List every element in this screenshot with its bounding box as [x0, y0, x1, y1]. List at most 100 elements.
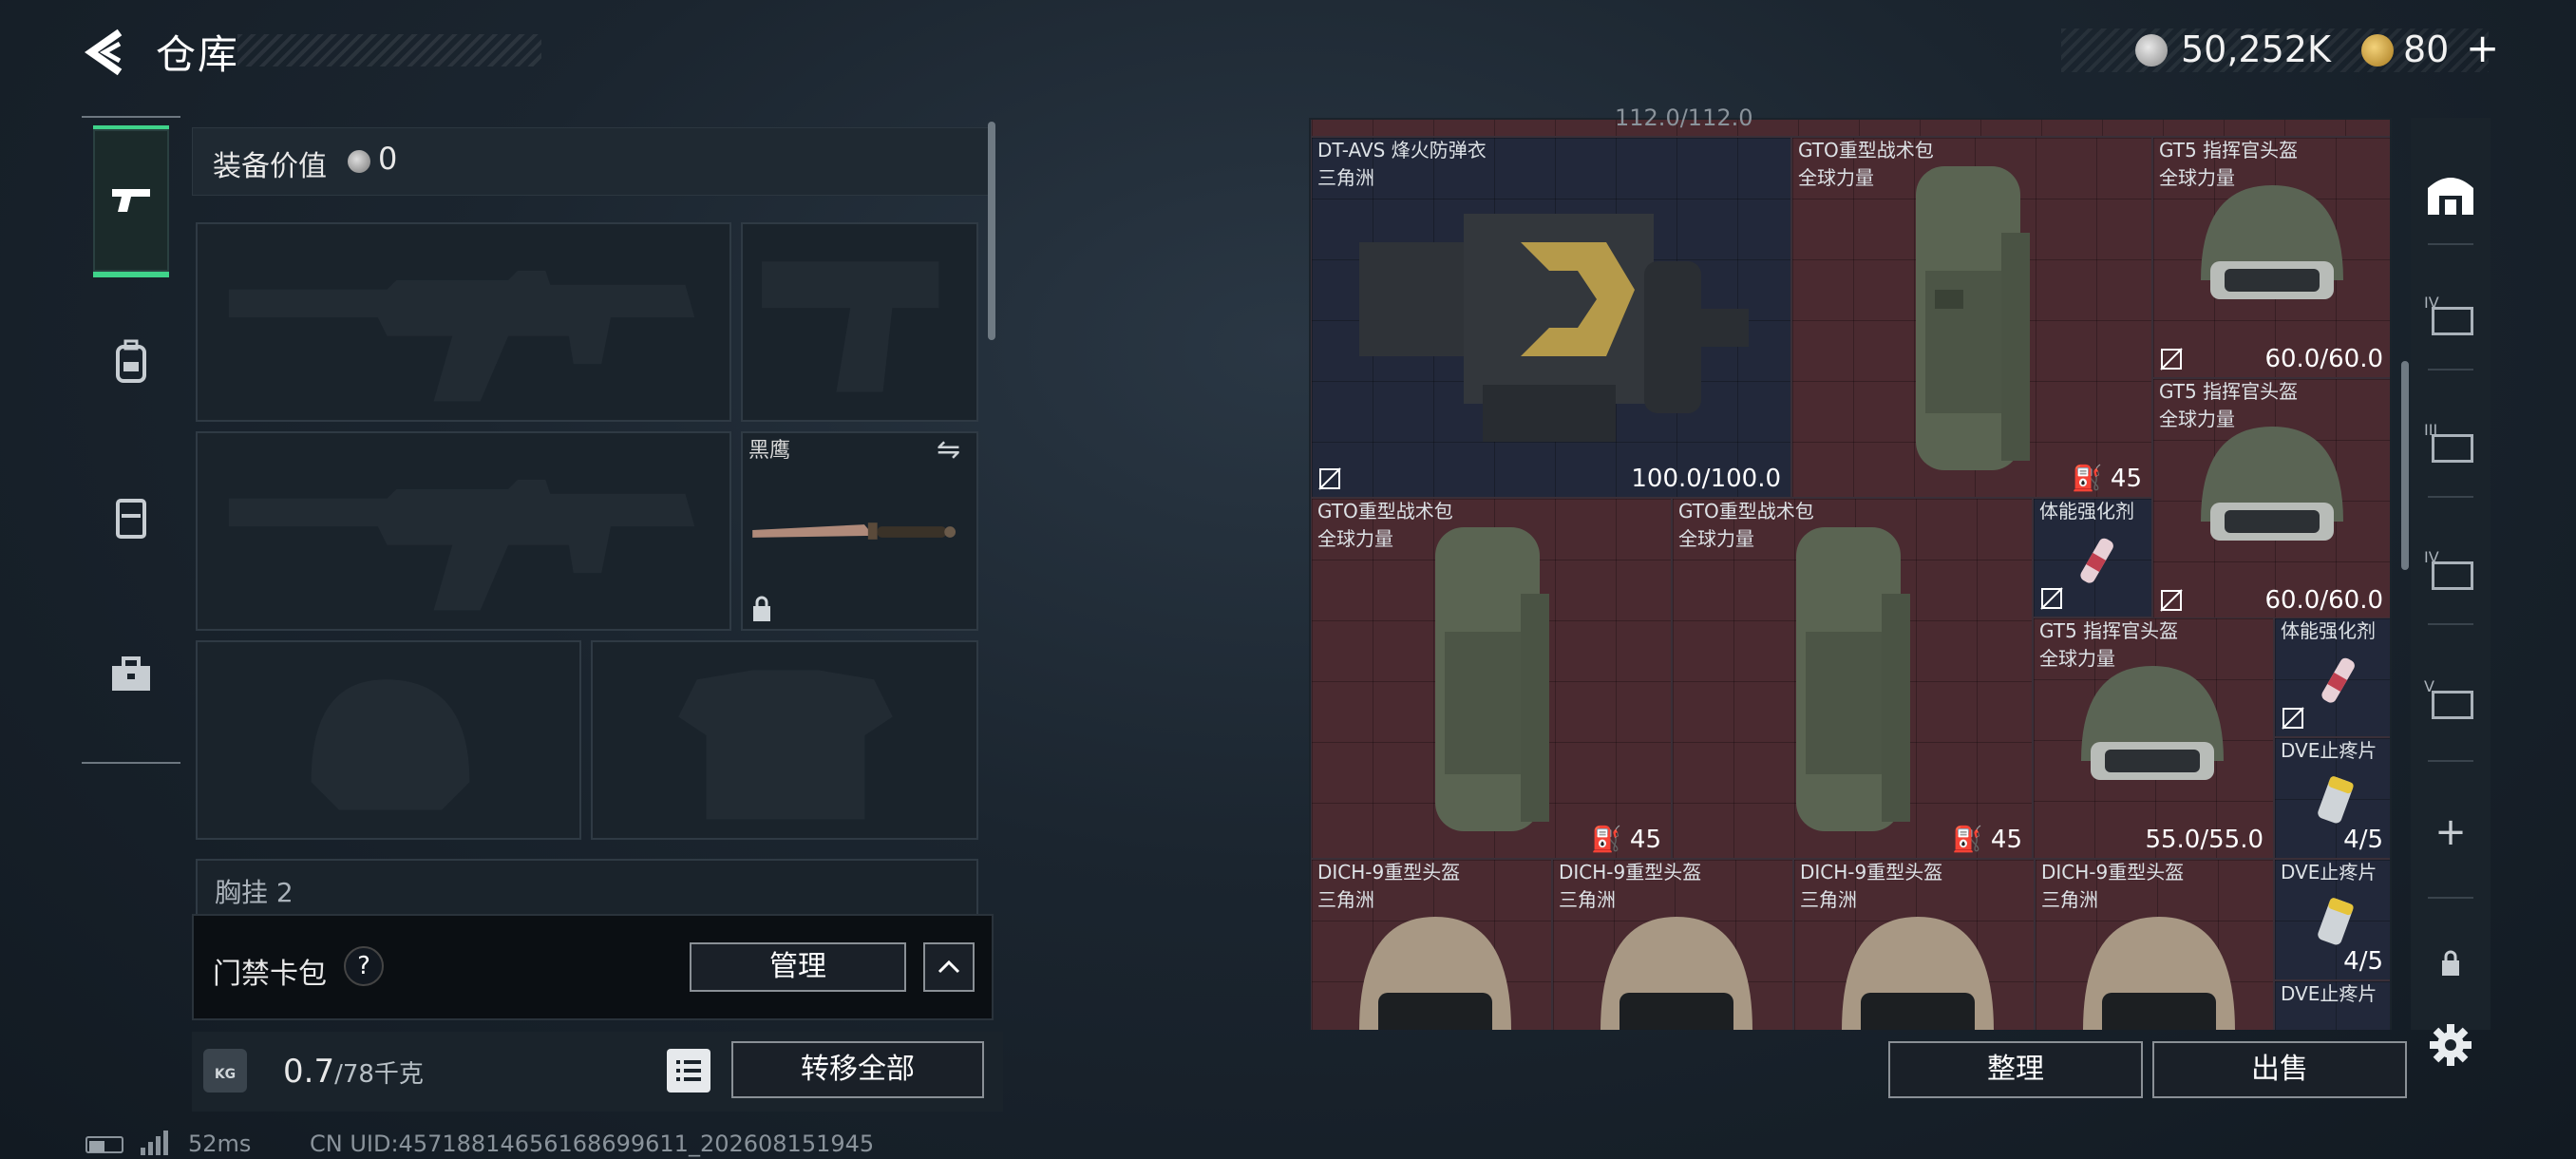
- title-decoration: [237, 34, 541, 66]
- list-icon: [676, 1060, 701, 1081]
- tab-storage-iv-2[interactable]: IV: [2418, 540, 2483, 604]
- uid-text: CN UID:4571881465616869961​1_20260815194…: [310, 1130, 875, 1157]
- item-durability: 60.0/60.0: [2264, 586, 2383, 615]
- item-capacity: ⛽ 45: [1952, 826, 2022, 854]
- weight-icon: KG: [203, 1049, 247, 1092]
- rifle-silhouette-icon: [228, 480, 695, 611]
- partial-durability: 112.0/112.0: [1615, 104, 1753, 131]
- item-capacity: ⛽ 45: [2072, 465, 2142, 493]
- lock-icon[interactable]: [2418, 931, 2483, 996]
- weight-text: 0.7/78千克: [283, 1053, 424, 1091]
- helmet-image: [2083, 917, 2235, 1030]
- rifle-silhouette-icon: [228, 271, 695, 402]
- item-cell[interactable]: 体能强化剂: [2274, 618, 2390, 737]
- armor-slot[interactable]: [591, 640, 978, 840]
- partial-row: [1311, 120, 2390, 137]
- warehouse-icon: [2428, 178, 2473, 215]
- item-name: 体能强化剂: [2281, 619, 2376, 642]
- case-icon: III: [2424, 421, 2477, 468]
- loadout-scrollbar[interactable]: [988, 122, 995, 340]
- item-cell[interactable]: GTO重型战术包 全球力量 ⛽ 45: [1791, 137, 2152, 498]
- primary-weapon-slot[interactable]: [196, 222, 731, 422]
- tab-divider: [2428, 243, 2473, 245]
- storage-scrollbar[interactable]: [2401, 361, 2409, 570]
- item-cell[interactable]: GT5 指挥官头盔 全球力量 60.0/60.0: [2152, 378, 2390, 619]
- nav-backpack[interactable]: [93, 291, 169, 433]
- add-currency-button[interactable]: +: [2466, 25, 2499, 71]
- item-sub: 全球力量: [1317, 527, 1393, 550]
- back-button[interactable]: [82, 27, 129, 78]
- item-cell[interactable]: DVE止疼片 4/5: [2274, 859, 2390, 980]
- armor-silhouette-icon: [678, 670, 893, 820]
- tab-storage-v[interactable]: V: [2418, 669, 2483, 733]
- coin-icon: [2135, 34, 2168, 66]
- nav-case[interactable]: [93, 604, 169, 747]
- item-name: DICH-9重型头盔: [1800, 861, 1943, 884]
- item-name: DICH-9重型头盔: [2041, 861, 2185, 884]
- tab-storage-iii[interactable]: III: [2418, 412, 2483, 477]
- page-title: 仓库: [156, 31, 240, 78]
- tab-divider: [2428, 369, 2473, 370]
- item-cell[interactable]: DVE止疼片: [2274, 980, 2390, 1030]
- item-cell[interactable]: GTO重型战术包 全球力量 ⛽ 45: [1672, 498, 2033, 859]
- case-icon: IV: [2424, 294, 2477, 341]
- list-view-button[interactable]: [667, 1049, 710, 1092]
- item-durability: 60.0/60.0: [2264, 345, 2383, 373]
- chest-rig-label: 胸挂 2: [215, 877, 294, 908]
- swap-icon[interactable]: ⇋: [937, 433, 960, 466]
- backpack-image: [1916, 166, 2030, 470]
- chest-rig-slot[interactable]: [196, 859, 978, 916]
- backpack-image: [1796, 527, 1910, 831]
- transfer-all-button[interactable]: 转移全部: [731, 1041, 984, 1098]
- item-sub: 全球力量: [1678, 527, 1754, 550]
- equipment-value-label: 装备价值: [213, 150, 327, 183]
- item-name: DT-AVS 烽火防弹衣: [1317, 139, 1487, 162]
- item-cell[interactable]: 体能强化剂: [2033, 498, 2152, 618]
- help-button[interactable]: ?: [344, 946, 384, 986]
- helmet-silhouette-icon: [311, 679, 470, 810]
- nav-weapons[interactable]: [93, 129, 169, 272]
- no-insurance-icon: [2039, 586, 2064, 611]
- body-armor-image: [1359, 214, 1749, 442]
- stim-image: [2080, 538, 2113, 583]
- sort-button[interactable]: 整理: [1888, 1041, 2143, 1098]
- item-cell[interactable]: GT5 指挥官头盔 全球力量 60.0/60.0: [2152, 137, 2390, 378]
- signal-icon: [139, 1130, 173, 1159]
- item-name: 体能强化剂: [2039, 500, 2134, 522]
- case-icon: IV: [2424, 548, 2477, 596]
- coupon-icon: [2361, 34, 2394, 66]
- tab-divider: [2428, 623, 2473, 625]
- sell-button[interactable]: 出售: [2152, 1041, 2407, 1098]
- item-cell[interactable]: DVE止疼片 4/5: [2274, 737, 2390, 859]
- item-durability: 100.0/100.0: [1631, 465, 1781, 493]
- melee-name: 黑鹰: [748, 439, 791, 463]
- nav-vest[interactable]: [93, 446, 169, 589]
- tab-storage-iv[interactable]: IV: [2418, 285, 2483, 350]
- item-cell[interactable]: DICH-9重型头盔 三角洲: [1311, 859, 1552, 1030]
- item-cell[interactable]: DT-AVS 烽火防弹衣 三角洲 100.0/100.0: [1311, 137, 1791, 498]
- item-cell[interactable]: DICH-9重型头盔 三角洲: [1552, 859, 1793, 1030]
- tab-all[interactable]: [2418, 162, 2483, 226]
- item-cell[interactable]: GTO重型战术包 全球力量 ⛽ 45: [1311, 498, 1672, 859]
- pistol-silhouette-icon: [762, 261, 939, 392]
- tab-divider: [2428, 760, 2473, 762]
- pistol-slot[interactable]: [741, 222, 978, 422]
- collapse-button[interactable]: [923, 942, 975, 992]
- manage-button[interactable]: 管理: [690, 942, 906, 992]
- ping-text: 52ms: [188, 1130, 252, 1157]
- secondary-weapon-slot[interactable]: [196, 431, 731, 631]
- item-cell[interactable]: DICH-9重型头盔 三角洲: [1793, 859, 2035, 1030]
- helmet-slot[interactable]: [196, 640, 581, 840]
- tab-divider: [2428, 496, 2473, 498]
- coin-icon: [348, 150, 370, 173]
- add-storage-button[interactable]: +: [2418, 800, 2483, 864]
- item-cell[interactable]: GT5 指挥官头盔 全球力量 55.0/55.0: [2033, 618, 2274, 859]
- item-capacity: ⛽ 45: [1591, 826, 1661, 854]
- item-name: GT5 指挥官头盔: [2039, 619, 2179, 642]
- helmet-image: [2201, 427, 2343, 541]
- helmet-image: [2081, 666, 2224, 780]
- helmet-image: [1359, 917, 1511, 1030]
- item-sub: 全球力量: [1798, 166, 1874, 189]
- settings-button[interactable]: [2418, 1013, 2483, 1077]
- item-cell[interactable]: DICH-9重型头盔 三角洲: [2035, 859, 2274, 1030]
